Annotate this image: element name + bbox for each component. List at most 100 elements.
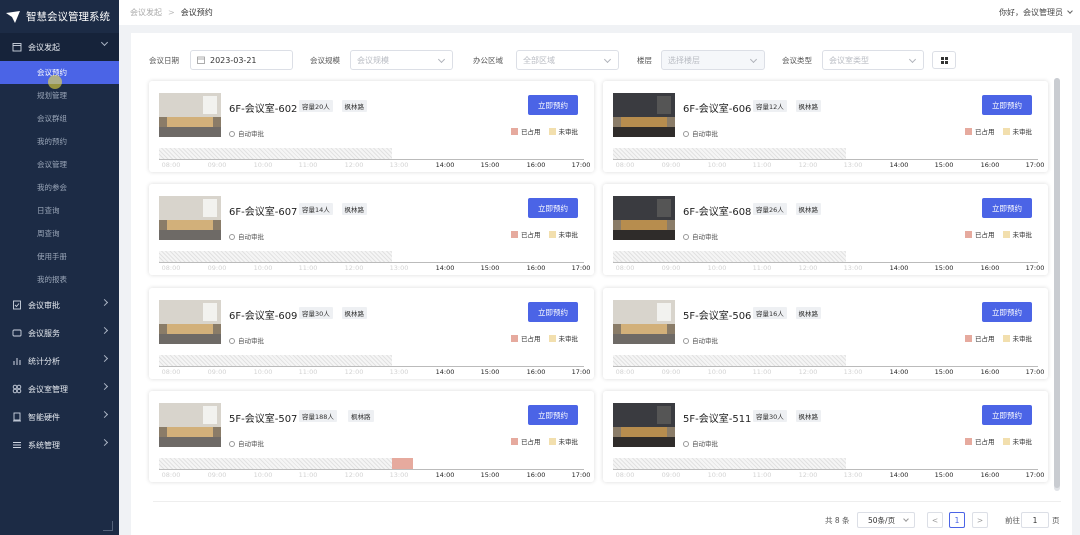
timeline-tick: 09:00 (207, 368, 227, 376)
next-page-button[interactable]: > (972, 512, 988, 528)
menu-group-system[interactable]: 系统管理 (0, 431, 119, 459)
sidebar-item-my-report[interactable]: 我的报表 (0, 268, 119, 291)
time-slot-timeline[interactable] (613, 148, 1038, 160)
person-icon (229, 234, 235, 240)
time-slot-timeline[interactable] (159, 355, 584, 367)
page-unit-label: 页 (1052, 516, 1060, 525)
sidebar-item-my-bookings[interactable]: 我的预约 (0, 130, 119, 153)
chevron-down-icon (749, 55, 758, 64)
occupied-swatch (965, 230, 972, 238)
room-name[interactable]: 6F-会议室-609 (229, 307, 297, 322)
location-tag: 枫林路 (341, 100, 367, 112)
location-tag: 枫林路 (341, 307, 367, 319)
menu-group-hardware[interactable]: 智能硬件 (0, 403, 119, 431)
sidebar-item-groups[interactable]: 会议群组 (0, 107, 119, 130)
time-slot-timeline[interactable] (613, 251, 1038, 263)
prev-page-button[interactable]: < (927, 512, 943, 528)
app-title: 智慧会议管理系统 (26, 11, 110, 23)
menu-group-meeting-initiate[interactable]: 会议发起 (0, 33, 119, 61)
pending-swatch (1002, 334, 1010, 342)
room-name[interactable]: 6F-会议室-602 (229, 100, 297, 115)
person-icon (683, 234, 689, 240)
goto-page-input[interactable]: 1 (1021, 512, 1049, 528)
sidebar-item-planning[interactable]: 规划管理 (0, 84, 119, 107)
sidebar-item-day-query[interactable]: 日查询 (0, 199, 119, 222)
timeline-tick: 12:00 (344, 264, 364, 272)
time-slot-timeline[interactable] (159, 458, 584, 470)
pending-swatch (548, 230, 556, 238)
occupied-slot[interactable] (392, 458, 413, 469)
timeline-tick: 17:00 (1025, 264, 1045, 272)
book-now-button[interactable]: 立即预约 (528, 302, 578, 322)
type-select[interactable]: 会议室类型 (822, 50, 924, 70)
auto-approval-label: 自动审批 (683, 438, 718, 448)
room-card: 6F-会议室-602 容量20人 枫林路 自动审批 立即预约 已占用 未审批 08… (149, 81, 594, 172)
timeline-tick: 08:00 (161, 368, 181, 376)
time-slot-timeline[interactable] (159, 148, 584, 160)
book-now-button[interactable]: 立即预约 (528, 95, 578, 115)
page-1-button[interactable]: 1 (949, 512, 965, 528)
timeline-tick: 17:00 (571, 471, 591, 479)
past-time-region (159, 148, 392, 159)
room-name[interactable]: 6F-会议室-607 (229, 203, 297, 218)
scale-select[interactable]: 会议规模 (350, 50, 453, 70)
book-now-button[interactable]: 立即预约 (982, 405, 1032, 425)
pending-swatch (548, 334, 556, 342)
book-now-button[interactable]: 立即预约 (528, 405, 578, 425)
resize-handle-icon[interactable] (103, 521, 113, 531)
menu-group-service[interactable]: 会议服务 (0, 319, 119, 347)
timeline-tick: 14:00 (889, 161, 909, 169)
scrollbar[interactable] (1054, 78, 1060, 491)
page-size-select[interactable]: 50条/页 (857, 512, 915, 528)
menu-group-statistics[interactable]: 统计分析 (0, 347, 119, 375)
timeline-tick: 08:00 (615, 264, 635, 272)
timeline-tick: 08:00 (161, 264, 181, 272)
sidebar-item-week-query[interactable]: 周查询 (0, 222, 119, 245)
room-photo (613, 196, 675, 240)
timeline-tick: 11:00 (752, 161, 772, 169)
room-card: 5F-会议室-507 容量188人 枫林路 自动审批 立即预约 已占用 未审批 0… (149, 391, 594, 482)
time-slot-timeline[interactable] (613, 355, 1038, 367)
timeline-legend: 已占用 未审批 (511, 126, 578, 136)
book-now-button[interactable]: 立即预约 (982, 198, 1032, 218)
timeline-tick: 10:00 (253, 471, 273, 479)
capacity-tag: 容量14人 (299, 203, 333, 215)
scrollbar-thumb[interactable] (1054, 78, 1060, 488)
user-menu[interactable]: 你好，会议管理员 (999, 7, 1073, 18)
time-slot-timeline[interactable] (613, 458, 1038, 470)
capacity-tag: 容量12人 (753, 100, 787, 112)
chevron-down-icon (908, 55, 917, 64)
book-now-button[interactable]: 立即预约 (528, 198, 578, 218)
book-now-button[interactable]: 立即预约 (982, 95, 1032, 115)
time-slot-timeline[interactable] (159, 251, 584, 263)
room-name[interactable]: 5F-会议室-506 (683, 307, 751, 322)
capacity-tag: 容量188人 (299, 410, 337, 422)
room-name[interactable]: 5F-会议室-511 (683, 410, 751, 425)
book-now-button[interactable]: 立即预约 (982, 302, 1032, 322)
room-card: 6F-会议室-609 容量30人 枫林路 自动审批 立即预约 已占用 未审批 08… (149, 288, 594, 379)
settings-icon (12, 440, 22, 450)
sidebar-item-my-attend[interactable]: 我的参会 (0, 176, 119, 199)
menu-group-approval[interactable]: 会议审批 (0, 291, 119, 319)
breadcrumb-separator-icon: > (168, 8, 175, 17)
area-select[interactable]: 全部区域 (516, 50, 619, 70)
scale-label: 会议规模 (310, 56, 340, 65)
menu-group-room-manage[interactable]: 会议室管理 (0, 375, 119, 403)
timeline-tick: 16:00 (980, 264, 1000, 272)
timeline-tick: 16:00 (980, 368, 1000, 376)
breadcrumb-parent[interactable]: 会议发起 (130, 7, 162, 18)
timeline-tick: 10:00 (253, 264, 273, 272)
room-name[interactable]: 5F-会议室-507 (229, 410, 297, 425)
sidebar-item-meeting-manage[interactable]: 会议管理 (0, 153, 119, 176)
location-tag: 枫林路 (348, 410, 374, 422)
timeline-tick: 15:00 (934, 471, 954, 479)
room-name[interactable]: 6F-会议室-606 (683, 100, 751, 115)
sidebar-item-manual[interactable]: 使用手册 (0, 245, 119, 268)
floor-label: 楼层 (637, 56, 652, 65)
room-name[interactable]: 6F-会议室-608 (683, 203, 751, 218)
date-picker[interactable]: 2023-03-21 (190, 50, 293, 70)
chevron-right-icon (100, 298, 109, 307)
timeline-legend: 已占用 未审批 (965, 229, 1032, 239)
grid-view-button[interactable] (932, 51, 956, 69)
floor-select[interactable]: 选择楼层 (661, 50, 765, 70)
